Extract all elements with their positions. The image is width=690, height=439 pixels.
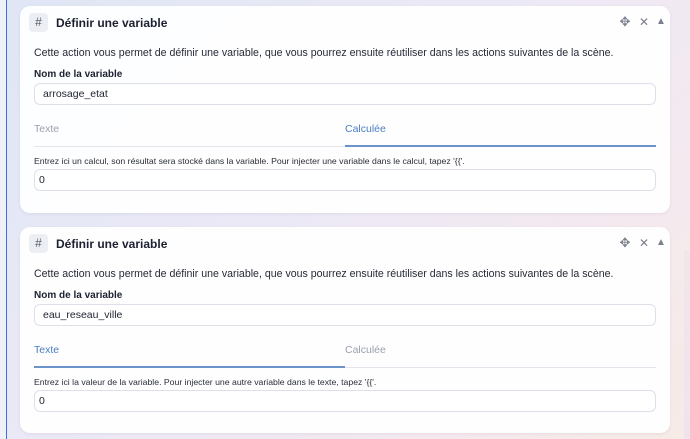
tab-texte[interactable]: Texte	[34, 120, 345, 147]
variable-name-input[interactable]	[34, 83, 656, 105]
card-header: # Définir une variable ✥ ✕ ▲	[20, 6, 670, 40]
action-card-define-variable-2: # Définir une variable ✥ ✕ ▲ Cette actio…	[20, 227, 670, 433]
card-description: Cette action vous permet de définir une …	[34, 268, 614, 280]
card-header: # Définir une variable ✥ ✕ ▲	[20, 227, 670, 261]
tab-calculee[interactable]: Calculée	[345, 120, 656, 147]
tab-texte[interactable]: Texte	[34, 341, 345, 368]
close-icon[interactable]: ✕	[636, 14, 652, 30]
chevron-up-icon[interactable]: ▲	[653, 14, 669, 30]
card-title: Définir une variable	[56, 16, 168, 30]
card-title: Définir une variable	[56, 237, 168, 251]
text-value-input[interactable]: 0	[34, 390, 656, 412]
value-type-tabs: Texte Calculée	[34, 341, 656, 368]
variable-name-label: Nom de la variable	[34, 290, 123, 301]
right-edge-decoration	[684, 250, 690, 439]
move-icon[interactable]: ✥	[617, 14, 633, 30]
action-card-define-variable-1: # Définir une variable ✥ ✕ ▲ Cette actio…	[20, 6, 670, 213]
hash-icon: #	[29, 234, 48, 253]
calc-value-input[interactable]: 0	[34, 169, 656, 191]
close-icon[interactable]: ✕	[636, 235, 652, 251]
value-type-tabs: Texte Calculée	[34, 120, 656, 147]
hash-icon: #	[29, 13, 48, 32]
variable-name-label: Nom de la variable	[34, 69, 123, 80]
card-description: Cette action vous permet de définir une …	[34, 47, 614, 59]
move-icon[interactable]: ✥	[617, 235, 633, 251]
tab-calculee[interactable]: Calculée	[345, 341, 656, 368]
chevron-up-icon[interactable]: ▲	[653, 235, 669, 251]
left-rail	[0, 0, 7, 439]
calc-hint: Entrez ici un calcul, son résultat sera …	[34, 156, 465, 166]
text-hint: Entrez ici la valeur de la variable. Pou…	[34, 377, 377, 387]
variable-name-input[interactable]	[34, 304, 656, 326]
